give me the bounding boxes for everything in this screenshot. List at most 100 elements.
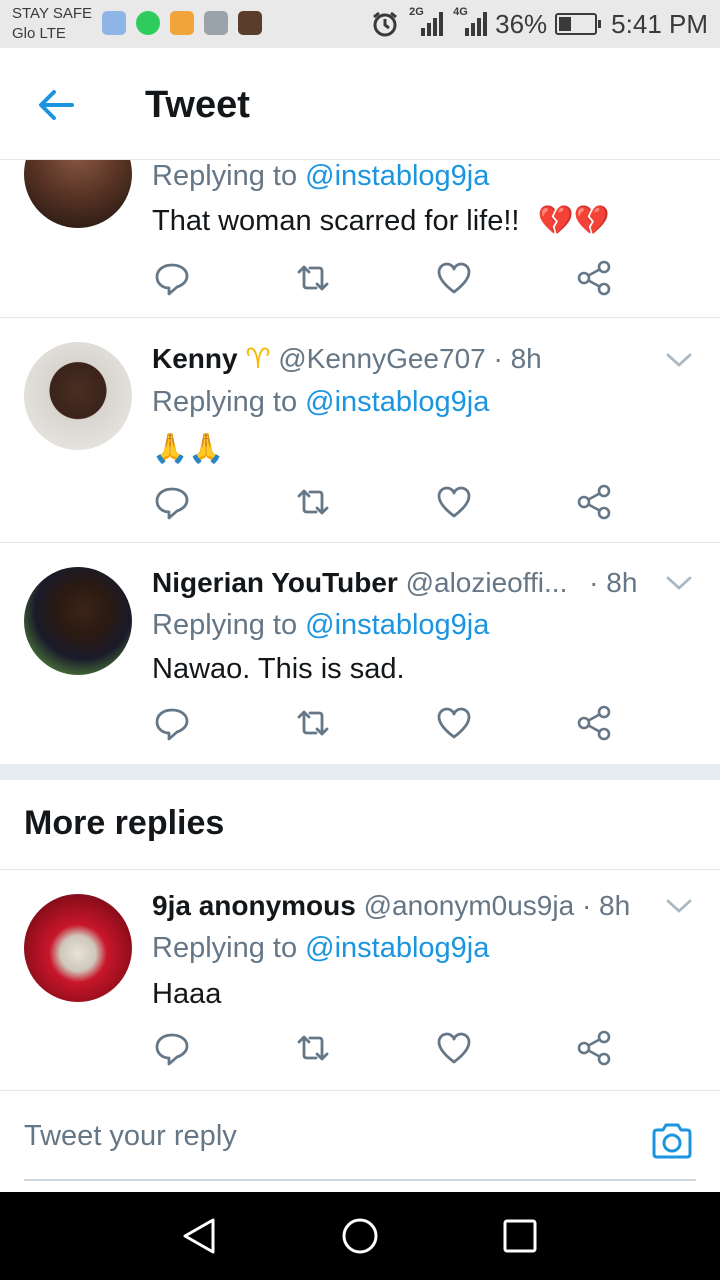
avatar[interactable]: [24, 342, 132, 450]
display-name[interactable]: 9ja anonymous: [152, 890, 356, 921]
carrier-info: STAY SAFE Glo LTE: [12, 4, 92, 44]
avatar[interactable]: [24, 160, 132, 228]
battery-icon: [555, 13, 602, 35]
share-icon: [577, 1030, 611, 1066]
display-name[interactable]: Nigerian YouTuber: [152, 567, 398, 598]
like-button[interactable]: [434, 258, 474, 298]
reply-icon: [155, 487, 189, 520]
reply-feed[interactable]: Replying to @instablog9ja That woman sca…: [0, 160, 720, 1090]
clock: 5:41 PM: [611, 8, 708, 39]
like-button[interactable]: [434, 1028, 474, 1068]
display-name[interactable]: Kenny: [152, 343, 238, 374]
tweet-item[interactable]: Nigerian YouTuber @alozieoffi... · 8h Re…: [0, 543, 720, 764]
share-icon: [577, 705, 611, 741]
like-icon: [437, 486, 471, 518]
tweet-actions: [152, 258, 622, 298]
reply-button[interactable]: [152, 258, 192, 298]
user-handle[interactable]: @anonym0us9ja: [364, 890, 575, 921]
like-icon: [437, 1032, 471, 1064]
tweet-item[interactable]: Kenny ♈ @KennyGee707 · 8h Replying to @i…: [0, 318, 720, 543]
tweet-text: 🙏🙏: [152, 433, 225, 465]
tweet-text: Nawao. This is sad.: [152, 653, 405, 685]
replying-prefix: Replying to: [152, 386, 298, 418]
signal-4g-icon: 4G: [451, 6, 488, 38]
back-button[interactable]: [24, 80, 84, 130]
retweet-button[interactable]: [293, 703, 333, 743]
status-right: 2G 4G 36% 5:41 PM: [371, 6, 708, 40]
more-replies-header: More replies: [0, 780, 720, 870]
tweet-actions: [152, 482, 622, 522]
replying-prefix: Replying to: [152, 609, 298, 641]
mention-link[interactable]: @instablog9ja: [305, 386, 489, 418]
reply-composer: [0, 1090, 720, 1192]
reply-input[interactable]: [24, 1111, 624, 1161]
whatsapp-icon: [136, 11, 160, 35]
camera-button[interactable]: [650, 1121, 694, 1161]
section-divider: [0, 764, 720, 780]
share-button[interactable]: [575, 1028, 615, 1068]
tweet-header: Nigerian YouTuber @alozieoffi... · 8h: [152, 567, 700, 599]
system-recents-button[interactable]: [500, 1216, 540, 1256]
system-home-button[interactable]: [340, 1216, 380, 1256]
reply-button[interactable]: [152, 1028, 192, 1068]
replying-to: Replying to @instablog9ja: [152, 386, 489, 419]
mention-link[interactable]: @instablog9ja: [305, 609, 489, 641]
retweet-button[interactable]: [293, 258, 333, 298]
mention-link[interactable]: @instablog9ja: [305, 932, 489, 964]
replying-prefix: Replying to: [152, 160, 298, 192]
retweet-icon: [297, 265, 329, 291]
avatar[interactable]: [24, 894, 132, 1002]
like-icon: [437, 707, 471, 739]
tweet-item[interactable]: 9ja anonymous @anonym0us9ja · 8h Replyin…: [0, 870, 720, 1090]
tweet-time: · 8h: [493, 343, 542, 374]
chevron-down-icon[interactable]: [664, 350, 694, 370]
retweet-icon: [297, 1035, 329, 1061]
tweet-text-content: That woman scarred for life!!: [152, 205, 520, 237]
app-header: Tweet: [0, 48, 720, 160]
chevron-down-icon[interactable]: [664, 573, 694, 593]
replying-to: Replying to @instablog9ja: [152, 932, 489, 965]
back-triangle-icon: [183, 1218, 215, 1254]
replying-to: Replying to @instablog9ja: [152, 160, 489, 193]
share-button[interactable]: [575, 482, 615, 522]
share-button[interactable]: [575, 703, 615, 743]
mention-link[interactable]: @instablog9ja: [305, 160, 489, 192]
system-nav-bar: [0, 1192, 720, 1280]
tweet-time: · 8h: [581, 890, 631, 921]
alarm-icon: [373, 11, 398, 37]
chevron-down-icon[interactable]: [664, 896, 694, 916]
camera-icon: [652, 1123, 692, 1159]
reply-button[interactable]: [152, 703, 192, 743]
tweet-header: Kenny ♈ @KennyGee707 · 8h: [152, 342, 700, 375]
user-handle[interactable]: @alozieoffi...: [406, 567, 568, 598]
reply-icon: [155, 1033, 189, 1066]
arrow-left-icon: [39, 90, 74, 120]
home-circle-icon: [342, 1218, 378, 1254]
like-button[interactable]: [434, 482, 474, 522]
more-replies-title: More replies: [24, 804, 225, 842]
avatar[interactable]: [24, 567, 132, 675]
share-button[interactable]: [575, 258, 615, 298]
share-icon: [577, 260, 611, 296]
retweet-icon: [297, 489, 329, 515]
tweet-actions: [152, 1028, 622, 1068]
page-title: Tweet: [145, 84, 250, 126]
share-icon: [577, 484, 611, 520]
status-bar: STAY SAFE Glo LTE 2G 4G 36% 5:41 PM: [0, 0, 720, 48]
user-handle[interactable]: @KennyGee707: [278, 343, 485, 374]
battery-percent: 36%: [495, 8, 548, 39]
system-back-button[interactable]: [180, 1216, 220, 1256]
like-button[interactable]: [434, 703, 474, 743]
retweet-button[interactable]: [293, 482, 333, 522]
tweet-item[interactable]: Replying to @instablog9ja That woman sca…: [0, 160, 720, 318]
gallery-icon: [204, 11, 228, 35]
tweet-text: Haaa: [152, 978, 222, 1010]
tweet-time: · 8h: [589, 567, 638, 598]
signal-2g-icon: 2G: [407, 6, 444, 38]
composer-underline: [24, 1179, 696, 1181]
replying-prefix: Replying to: [152, 932, 298, 964]
carrier-line1: STAY SAFE: [12, 5, 93, 22]
broken-heart-emoji: 💔💔: [537, 205, 610, 237]
retweet-button[interactable]: [293, 1028, 333, 1068]
reply-button[interactable]: [152, 482, 192, 522]
